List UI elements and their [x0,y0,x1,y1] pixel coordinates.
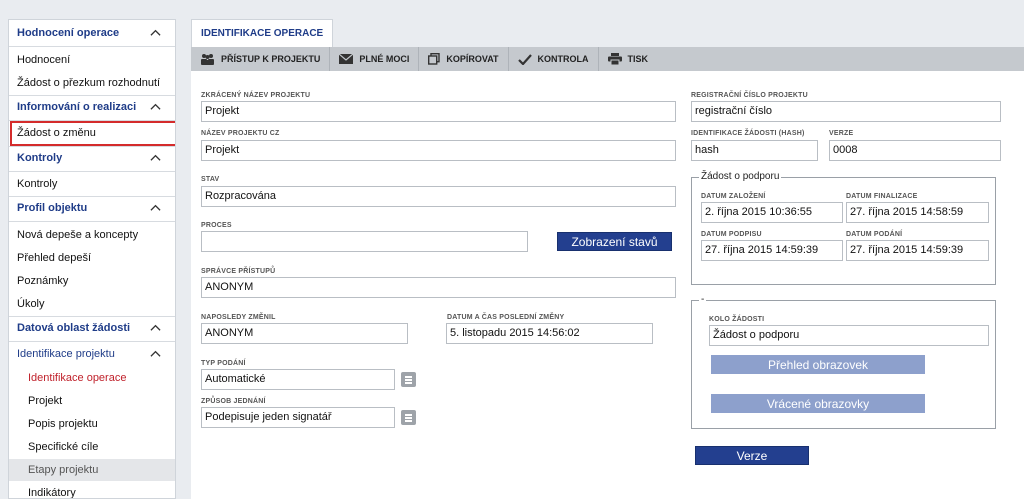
version-label: VERZE [829,130,854,137]
chevron-up-icon[interactable] [150,101,161,112]
round-legend: - [699,294,707,305]
submission-type-field[interactable]: Automatické [201,369,395,390]
print-button[interactable]: TISK [599,47,658,71]
chevron-up-icon[interactable] [150,152,161,163]
chevron-up-icon[interactable] [150,27,161,38]
reg-number-field[interactable]: registrační číslo [691,101,1001,122]
finalized-label: DATUM FINALIZACE [846,193,918,200]
copy-button[interactable]: KOPÍROVAT [419,47,509,71]
checkmark-icon [517,53,532,65]
access-to-project-button[interactable]: PŘÍSTUP K PROJEKTU [191,47,331,71]
toolbar: PŘÍSTUP K PROJEKTU PLNÉ MOCI KOPÍROVAT K… [191,47,1024,71]
process-field[interactable] [201,231,528,252]
hash-field[interactable]: hash [691,140,818,161]
sidebar-item-etapy-projektu[interactable]: Etapy projektu [9,459,175,481]
acting-method-label: ZPŮSOB JEDNÁNÍ [201,398,266,405]
sidebar-section-label: Informování o realizaci [17,101,137,113]
sidebar-item-hodnoceni[interactable]: Hodnocení [9,49,175,71]
round-label: KOLO ŽÁDOSTI [709,316,765,323]
access-admin-field[interactable]: ANONYM [201,277,676,298]
name-cz-label: NÁZEV PROJEKTU CZ [201,130,280,137]
check-button[interactable]: KONTROLA [509,47,599,71]
sidebar-section-datova-oblast[interactable]: Datová oblast žádosti [9,316,175,340]
sidebar-section-hodnoceni-operace[interactable]: Hodnocení operace [9,21,175,45]
sidebar-item-popis-projektu[interactable]: Popis projektu [9,413,175,435]
sidebar-item-poznamky[interactable]: Poznámky [9,270,175,292]
power-of-attorney-button[interactable]: PLNÉ MOCI [330,47,420,71]
sidebar-item-identifikace-operace[interactable]: Identifikace operace [9,367,175,389]
name-cz-field[interactable]: Projekt [201,140,676,161]
reg-number-label: REGISTRAČNÍ ČÍSLO PROJEKTU [691,92,808,99]
sidebar-item-indikatory[interactable]: Indikátory [9,482,175,498]
sidebar-item-nova-depese[interactable]: Nová depeše a koncepty [9,224,175,246]
list-icon[interactable] [401,372,416,387]
sidebar-divider [9,46,175,47]
sidebar-item-kontroly[interactable]: Kontroly [9,173,175,195]
show-states-button[interactable]: Zobrazení stavů [557,232,672,251]
application-root: Hodnocení operace Hodnocení Žádost o pře… [0,0,1024,499]
short-name-label: ZKRÁCENÝ NÁZEV PROJEKTU [201,92,311,99]
sidebar: Hodnocení operace Hodnocení Žádost o pře… [8,19,176,499]
finalized-field[interactable]: 27. října 2015 14:58:59 [846,202,989,223]
round-field[interactable]: Žádost o podporu [709,325,989,346]
state-label: STAV [201,176,220,183]
short-name-field[interactable]: Projekt [201,101,676,122]
sidebar-section-kontroly[interactable]: Kontroly [9,146,175,170]
main-panel: ZKRÁCENÝ NÁZEV PROJEKTU Projekt NÁZEV PR… [191,71,1024,499]
hash-label: IDENTIFIKACE ŽÁDOSTI (HASH) [691,130,805,137]
signed-field[interactable]: 27. října 2015 14:59:39 [701,240,843,261]
highlight-box [10,121,175,146]
acting-method-field[interactable]: Podepisuje jeden signatář [201,407,395,428]
created-field[interactable]: 2. října 2015 10:36:55 [701,202,843,223]
sidebar-section-label: Hodnocení operace [17,27,120,39]
returned-screens-button[interactable]: Vrácené obrazovky [711,394,925,413]
submitted-field[interactable]: 27. října 2015 14:59:39 [846,240,989,261]
chevron-up-icon[interactable] [150,348,161,359]
sidebar-item-ukoly[interactable]: Úkoly [9,293,175,315]
created-label: DATUM ZALOŽENÍ [701,193,766,200]
process-label: PROCES [201,222,232,229]
sidebar-divider [9,171,175,172]
last-changed-by-label: NAPOSLEDY ZMĚNIL [201,314,276,321]
signed-label: DATUM PODPISU [701,231,762,238]
version-field[interactable]: 0008 [829,140,1001,161]
copy-icon [428,53,441,65]
last-change-date-label: DATUM A ČAS POSLEDNÍ ZMĚNY [447,314,565,321]
people-icon [201,54,214,65]
support-request-legend: Žádost o podporu [699,171,782,182]
sidebar-item-projekt[interactable]: Projekt [9,390,175,412]
chevron-up-icon[interactable] [150,322,161,333]
sidebar-item-specificke-cile[interactable]: Specifické cíle [9,436,175,458]
sidebar-section-informovani[interactable]: Informování o realizaci [9,95,175,119]
screens-overview-button[interactable]: Přehled obrazovek [711,355,925,374]
sidebar-item-prehled-depesi[interactable]: Přehled depeší [9,247,175,269]
envelope-icon [339,54,354,64]
sidebar-section-label: Profil objektu [17,202,88,214]
submission-type-label: TYP PODÁNÍ [201,360,246,367]
versions-button[interactable]: Verze [695,446,809,465]
last-change-date-field[interactable]: 5. listopadu 2015 14:56:02 [446,323,653,344]
sidebar-section-label: Identifikace projektu [17,348,115,360]
chevron-up-icon[interactable] [150,202,161,213]
tab-identifikace-operace[interactable]: IDENTIFIKACE OPERACE [191,19,334,47]
sidebar-section-identifikace-projektu[interactable]: Identifikace projektu [9,342,175,366]
list-icon[interactable] [401,410,416,425]
last-changed-by-field[interactable]: ANONYM [201,323,408,344]
printer-icon [607,53,622,65]
sidebar-section-label: Datová oblast žádosti [17,322,131,334]
submitted-label: DATUM PODÁNÍ [846,231,903,238]
sidebar-section-profil-objektu[interactable]: Profil objektu [9,196,175,220]
sidebar-divider [9,221,175,222]
state-field[interactable]: Rozpracována [201,186,676,207]
sidebar-item-zadost-o-prezkum[interactable]: Žádost o přezkum rozhodnutí [9,72,175,94]
access-admin-label: SPRÁVCE PŘÍSTUPŮ [201,268,276,275]
sidebar-section-label: Kontroly [17,152,63,164]
